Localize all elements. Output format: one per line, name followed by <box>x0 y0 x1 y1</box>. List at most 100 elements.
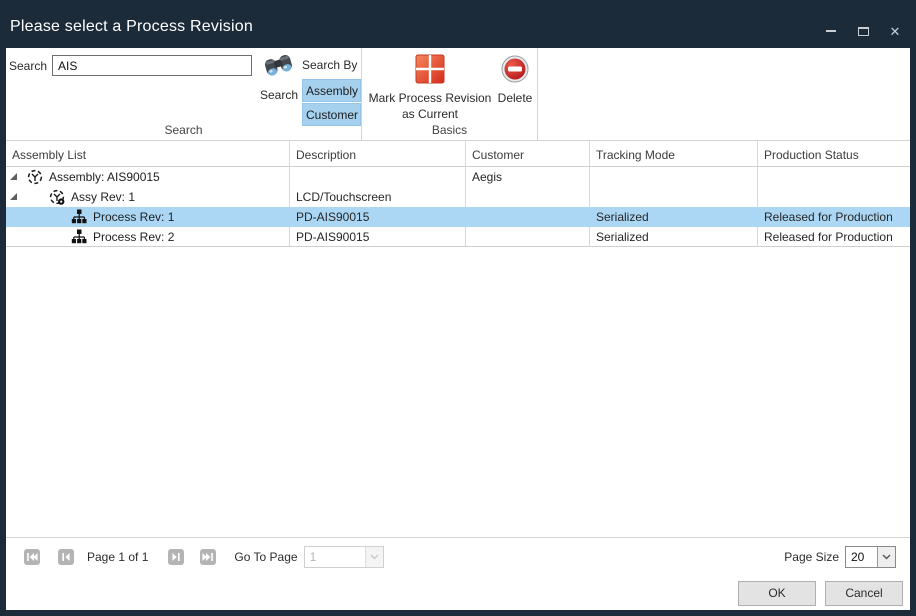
node-icon <box>27 169 43 185</box>
cell-customer <box>466 187 590 207</box>
delete-icon <box>501 70 529 87</box>
tree-cell: Process Rev: 2 <box>6 227 290 246</box>
cell-customer <box>466 207 590 227</box>
go-to-page-dropdown-button[interactable] <box>365 547 383 567</box>
basics-group-label: Basics <box>362 123 537 137</box>
minimize-button[interactable] <box>820 22 842 40</box>
delete-button[interactable]: Delete <box>494 55 536 105</box>
search-by-label: Search By <box>302 58 362 72</box>
tree-cell: Assembly: AIS90015 <box>6 167 290 187</box>
search-button[interactable]: Search <box>256 54 302 102</box>
cell-description <box>290 167 466 187</box>
process-hierarchy-icon <box>71 229 87 245</box>
node-icon <box>71 209 87 225</box>
binoculars-icon <box>263 68 295 85</box>
close-button[interactable]: ✕ <box>884 22 906 40</box>
column-header-customer[interactable]: Customer <box>466 141 590 166</box>
last-page-button[interactable] <box>200 549 216 565</box>
go-to-page-combobox[interactable]: 1 <box>304 546 384 568</box>
tree-node-label: Process Rev: 1 <box>93 210 174 224</box>
next-page-button[interactable] <box>168 549 184 565</box>
mark-current-icon <box>415 71 445 88</box>
column-header-production-status[interactable]: Production Status <box>758 141 910 166</box>
search-by-section: Search By Assembly Customer <box>302 58 362 127</box>
cell-tracking-mode: Serialized <box>590 227 758 246</box>
page-indicator: Page 1 of 1 <box>87 550 148 564</box>
close-icon: ✕ <box>890 25 901 38</box>
search-input[interactable] <box>52 55 252 76</box>
cell-tracking-mode: Serialized <box>590 207 758 227</box>
node-icon <box>49 189 65 205</box>
assy-rev-icon <box>49 189 65 205</box>
last-page-icon <box>200 549 216 565</box>
grid-row[interactable]: Process Rev: 2 PD-AIS90015 Serialized Re… <box>6 227 910 247</box>
column-header-tracking-mode[interactable]: Tracking Mode <box>590 141 758 166</box>
title-bar[interactable]: Please select a Process Revision ✕ <box>0 0 916 48</box>
search-field-label: Search <box>9 59 47 73</box>
assembly-tree-grid: Assembly List Description Customer Track… <box>6 141 910 537</box>
cell-production-status <box>758 187 910 207</box>
ribbon-group-search: Search <box>6 48 362 140</box>
node-icon <box>71 229 87 245</box>
dialog-title: Please select a Process Revision <box>10 18 253 36</box>
grid-row[interactable]: Assy Rev: 1 LCD/Touchscreen <box>6 187 910 207</box>
grid-body: Assembly: AIS90015 Aegis Assy Rev: 1 LCD… <box>6 167 910 247</box>
mark-current-button[interactable]: Mark Process Revision as Current <box>366 54 494 121</box>
assembly-icon <box>27 169 43 185</box>
window-controls: ✕ <box>820 22 906 40</box>
dialog-footer: OK Cancel <box>6 576 910 610</box>
process-revision-dialog: Please select a Process Revision ✕ Searc… <box>0 0 916 616</box>
tree-node-label: Process Rev: 2 <box>93 230 174 244</box>
cell-tracking-mode <box>590 187 758 207</box>
grid-header: Assembly List Description Customer Track… <box>6 141 910 167</box>
column-header-description[interactable]: Description <box>290 141 466 166</box>
pager-bar: Page 1 of 1 Go To Page 1 <box>6 537 910 576</box>
cell-description: LCD/Touchscreen <box>290 187 466 207</box>
maximize-icon <box>858 27 869 36</box>
prev-page-icon <box>58 549 74 565</box>
expander-icon[interactable] <box>10 193 17 200</box>
next-page-icon <box>168 549 184 565</box>
cell-tracking-mode <box>590 167 758 187</box>
cell-description: PD-AIS90015 <box>290 207 466 227</box>
page-size-dropdown-button[interactable] <box>877 547 895 567</box>
cancel-button[interactable]: Cancel <box>825 581 903 606</box>
ok-button[interactable]: OK <box>738 581 816 606</box>
ribbon-toolbar: Search <box>6 48 910 141</box>
cell-customer: Aegis <box>466 167 590 187</box>
cell-description: PD-AIS90015 <box>290 227 466 246</box>
tree-cell: Process Rev: 1 <box>6 207 290 227</box>
cell-production-status: Released for Production <box>758 207 910 227</box>
filter-assembly-button[interactable]: Assembly <box>302 79 361 102</box>
go-to-page-value: 1 <box>305 547 365 567</box>
cell-production-status <box>758 167 910 187</box>
tree-cell: Assy Rev: 1 <box>6 187 290 207</box>
tree-node-label: Assy Rev: 1 <box>71 190 135 204</box>
ribbon-group-basics: Mark Process Revision as Current <box>362 48 538 140</box>
search-button-label: Search <box>256 88 302 102</box>
go-to-page-label: Go To Page <box>234 550 297 564</box>
page-size-value: 20 <box>846 547 877 567</box>
mark-current-label-line1: Mark Process Revision <box>366 92 494 105</box>
expander-icon[interactable] <box>10 173 17 180</box>
mark-current-label-line2: as Current <box>366 108 494 121</box>
first-page-button[interactable] <box>24 549 40 565</box>
grid-row[interactable]: Assembly: AIS90015 Aegis <box>6 167 910 187</box>
grid-row[interactable]: Process Rev: 1 PD-AIS90015 Serialized Re… <box>6 207 910 227</box>
cell-customer <box>466 227 590 246</box>
filter-assembly-label: Assembly <box>306 84 358 98</box>
cell-production-status: Released for Production <box>758 227 910 246</box>
tree-node-label: Assembly: AIS90015 <box>49 170 160 184</box>
search-group-label: Search <box>6 123 361 137</box>
column-header-assembly-list[interactable]: Assembly List <box>6 141 290 166</box>
page-size-label: Page Size <box>784 550 839 564</box>
prev-page-button[interactable] <box>58 549 74 565</box>
dropdown-chevron-icon <box>882 554 891 560</box>
maximize-button[interactable] <box>852 22 874 40</box>
delete-button-label: Delete <box>494 91 536 105</box>
filter-customer-label: Customer <box>306 108 358 122</box>
process-hierarchy-icon <box>71 209 87 225</box>
page-size-combobox[interactable]: 20 <box>845 546 896 568</box>
minimize-icon <box>826 30 836 32</box>
dialog-body: Search <box>6 48 910 610</box>
